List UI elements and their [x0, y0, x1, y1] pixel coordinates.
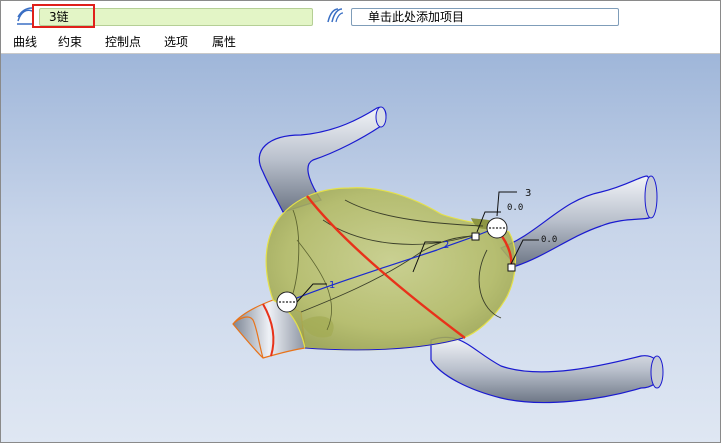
chain-label-2: 2	[443, 240, 449, 251]
model-view: 1 2 3 0.0 0.0	[232, 106, 664, 404]
menu-curves[interactable]: 曲线	[13, 34, 37, 50]
highlight-box	[32, 4, 95, 28]
menu-properties[interactable]: 属性	[212, 34, 236, 50]
graphics-viewport[interactable]: 1 2 3 0.0 0.0	[1, 54, 720, 442]
menubar: 曲线 约束 控制点 选项 属性	[1, 31, 720, 54]
toolbar: 3链 单击此处添加项目	[1, 1, 720, 31]
lower-right-tube	[430, 336, 664, 404]
surface-collector-icon[interactable]	[325, 7, 345, 25]
boundary-blend-surface	[262, 187, 516, 357]
menu-constraints[interactable]: 约束	[58, 34, 82, 50]
menu-control-points[interactable]: 控制点	[105, 34, 141, 50]
menu-options[interactable]: 选项	[164, 34, 188, 50]
chain-label-1: 1	[329, 280, 335, 291]
tangency-value-right: 0.0	[541, 235, 557, 245]
item-collector-field[interactable]: 单击此处添加项目	[351, 8, 619, 26]
item-collector-text: 单击此处添加项目	[368, 10, 465, 24]
tangency-value-upper: 0.0	[507, 203, 523, 213]
chain-label-3: 3	[525, 188, 531, 199]
